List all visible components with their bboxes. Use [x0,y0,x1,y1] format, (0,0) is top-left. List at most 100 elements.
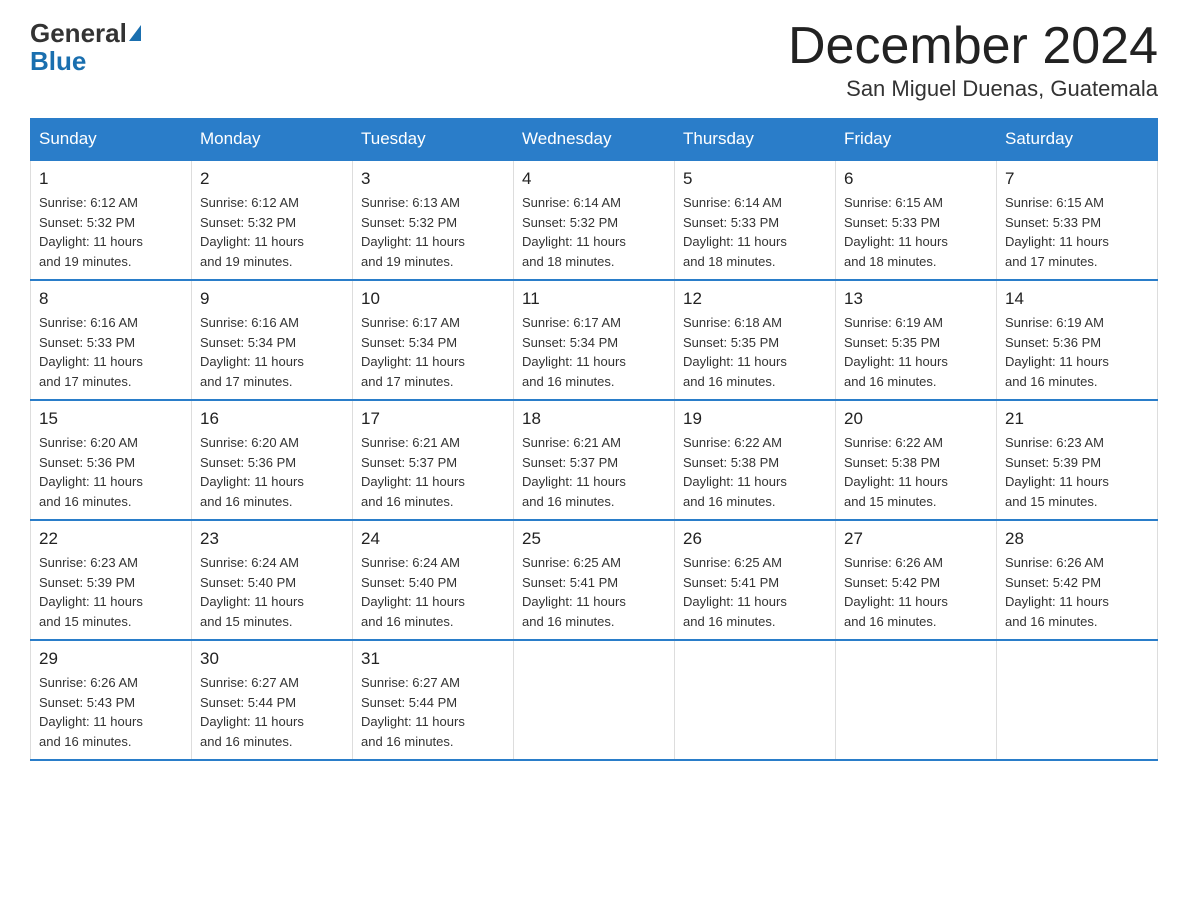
day-info: Sunrise: 6:13 AMSunset: 5:32 PMDaylight:… [361,195,465,269]
calendar-header-row: SundayMondayTuesdayWednesdayThursdayFrid… [31,119,1158,161]
col-header-sunday: Sunday [31,119,192,161]
calendar-cell: 14 Sunrise: 6:19 AMSunset: 5:36 PMDayligh… [997,280,1158,400]
day-info: Sunrise: 6:25 AMSunset: 5:41 PMDaylight:… [683,555,787,629]
day-info: Sunrise: 6:15 AMSunset: 5:33 PMDaylight:… [844,195,948,269]
page-header: General Blue December 2024 San Miguel Du… [30,20,1158,102]
logo: General Blue [30,20,141,77]
day-number: 2 [200,169,344,189]
calendar-cell: 17 Sunrise: 6:21 AMSunset: 5:37 PMDayligh… [353,400,514,520]
calendar-cell: 16 Sunrise: 6:20 AMSunset: 5:36 PMDayligh… [192,400,353,520]
col-header-wednesday: Wednesday [514,119,675,161]
calendar-cell [514,640,675,760]
day-number: 16 [200,409,344,429]
day-number: 4 [522,169,666,189]
day-info: Sunrise: 6:22 AMSunset: 5:38 PMDaylight:… [844,435,948,509]
week-row-5: 29Sunrise: 6:26 AMSunset: 5:43 PMDayligh… [31,640,1158,760]
calendar-cell: 7 Sunrise: 6:15 AMSunset: 5:33 PMDaylight… [997,160,1158,280]
week-row-4: 22 Sunrise: 6:23 AMSunset: 5:39 PMDayligh… [31,520,1158,640]
day-number: 7 [1005,169,1149,189]
day-info: Sunrise: 6:26 AMSunset: 5:42 PMDaylight:… [844,555,948,629]
day-number: 10 [361,289,505,309]
day-number: 27 [844,529,988,549]
day-number: 30 [200,649,344,669]
day-number: 12 [683,289,827,309]
day-number: 20 [844,409,988,429]
day-number: 19 [683,409,827,429]
calendar-cell: 6 Sunrise: 6:15 AMSunset: 5:33 PMDaylight… [836,160,997,280]
calendar-cell: 11 Sunrise: 6:17 AMSunset: 5:34 PMDayligh… [514,280,675,400]
logo-blue-text: Blue [30,46,86,76]
day-number: 14 [1005,289,1149,309]
day-info: Sunrise: 6:16 AMSunset: 5:33 PMDaylight:… [39,315,143,389]
location-title: San Miguel Duenas, Guatemala [788,76,1158,102]
col-header-tuesday: Tuesday [353,119,514,161]
col-header-thursday: Thursday [675,119,836,161]
day-number: 6 [844,169,988,189]
calendar-cell: 19 Sunrise: 6:22 AMSunset: 5:38 PMDayligh… [675,400,836,520]
day-info: Sunrise: 6:20 AMSunset: 5:36 PMDaylight:… [200,435,304,509]
day-info: Sunrise: 6:27 AMSunset: 5:44 PMDaylight:… [200,675,304,749]
col-header-saturday: Saturday [997,119,1158,161]
calendar-cell: 13Sunrise: 6:19 AMSunset: 5:35 PMDayligh… [836,280,997,400]
calendar-cell: 8 Sunrise: 6:16 AMSunset: 5:33 PMDaylight… [31,280,192,400]
day-number: 5 [683,169,827,189]
day-info: Sunrise: 6:19 AMSunset: 5:35 PMDaylight:… [844,315,948,389]
calendar-cell: 5 Sunrise: 6:14 AMSunset: 5:33 PMDaylight… [675,160,836,280]
day-number: 25 [522,529,666,549]
day-info: Sunrise: 6:21 AMSunset: 5:37 PMDaylight:… [522,435,626,509]
calendar-cell: 2Sunrise: 6:12 AMSunset: 5:32 PMDaylight… [192,160,353,280]
col-header-monday: Monday [192,119,353,161]
calendar-cell: 23Sunrise: 6:24 AMSunset: 5:40 PMDayligh… [192,520,353,640]
day-info: Sunrise: 6:22 AMSunset: 5:38 PMDaylight:… [683,435,787,509]
day-number: 28 [1005,529,1149,549]
calendar-cell: 9 Sunrise: 6:16 AMSunset: 5:34 PMDaylight… [192,280,353,400]
day-info: Sunrise: 6:14 AMSunset: 5:32 PMDaylight:… [522,195,626,269]
calendar-cell [836,640,997,760]
day-number: 9 [200,289,344,309]
day-number: 17 [361,409,505,429]
day-number: 24 [361,529,505,549]
calendar-cell [997,640,1158,760]
day-info: Sunrise: 6:15 AMSunset: 5:33 PMDaylight:… [1005,195,1109,269]
title-area: December 2024 San Miguel Duenas, Guatema… [788,20,1158,102]
day-info: Sunrise: 6:26 AMSunset: 5:43 PMDaylight:… [39,675,143,749]
calendar-cell: 12 Sunrise: 6:18 AMSunset: 5:35 PMDayligh… [675,280,836,400]
calendar-cell: 3Sunrise: 6:13 AMSunset: 5:32 PMDaylight… [353,160,514,280]
calendar-cell: 24Sunrise: 6:24 AMSunset: 5:40 PMDayligh… [353,520,514,640]
day-info: Sunrise: 6:21 AMSunset: 5:37 PMDaylight:… [361,435,465,509]
day-info: Sunrise: 6:23 AMSunset: 5:39 PMDaylight:… [1005,435,1109,509]
day-info: Sunrise: 6:26 AMSunset: 5:42 PMDaylight:… [1005,555,1109,629]
calendar-cell: 4 Sunrise: 6:14 AMSunset: 5:32 PMDaylight… [514,160,675,280]
month-title: December 2024 [788,20,1158,72]
day-info: Sunrise: 6:17 AMSunset: 5:34 PMDaylight:… [361,315,465,389]
day-number: 18 [522,409,666,429]
logo-triangle-icon [129,25,141,41]
calendar-cell: 10 Sunrise: 6:17 AMSunset: 5:34 PMDayligh… [353,280,514,400]
logo-general-text: General [30,20,127,46]
calendar-table: SundayMondayTuesdayWednesdayThursdayFrid… [30,118,1158,761]
day-info: Sunrise: 6:17 AMSunset: 5:34 PMDaylight:… [522,315,626,389]
calendar-cell: 29Sunrise: 6:26 AMSunset: 5:43 PMDayligh… [31,640,192,760]
day-number: 8 [39,289,183,309]
calendar-cell: 28 Sunrise: 6:26 AMSunset: 5:42 PMDayligh… [997,520,1158,640]
day-info: Sunrise: 6:12 AMSunset: 5:32 PMDaylight:… [39,195,143,269]
day-info: Sunrise: 6:19 AMSunset: 5:36 PMDaylight:… [1005,315,1109,389]
day-number: 26 [683,529,827,549]
day-number: 22 [39,529,183,549]
calendar-cell: 21Sunrise: 6:23 AMSunset: 5:39 PMDayligh… [997,400,1158,520]
col-header-friday: Friday [836,119,997,161]
day-info: Sunrise: 6:14 AMSunset: 5:33 PMDaylight:… [683,195,787,269]
calendar-cell: 22 Sunrise: 6:23 AMSunset: 5:39 PMDayligh… [31,520,192,640]
day-info: Sunrise: 6:16 AMSunset: 5:34 PMDaylight:… [200,315,304,389]
week-row-1: 1Sunrise: 6:12 AMSunset: 5:32 PMDaylight… [31,160,1158,280]
calendar-cell: 25Sunrise: 6:25 AMSunset: 5:41 PMDayligh… [514,520,675,640]
day-number: 31 [361,649,505,669]
calendar-cell: 31Sunrise: 6:27 AMSunset: 5:44 PMDayligh… [353,640,514,760]
day-number: 11 [522,289,666,309]
day-info: Sunrise: 6:18 AMSunset: 5:35 PMDaylight:… [683,315,787,389]
day-info: Sunrise: 6:24 AMSunset: 5:40 PMDaylight:… [200,555,304,629]
day-number: 15 [39,409,183,429]
calendar-cell: 18 Sunrise: 6:21 AMSunset: 5:37 PMDayligh… [514,400,675,520]
week-row-3: 15 Sunrise: 6:20 AMSunset: 5:36 PMDayligh… [31,400,1158,520]
day-info: Sunrise: 6:23 AMSunset: 5:39 PMDaylight:… [39,555,143,629]
